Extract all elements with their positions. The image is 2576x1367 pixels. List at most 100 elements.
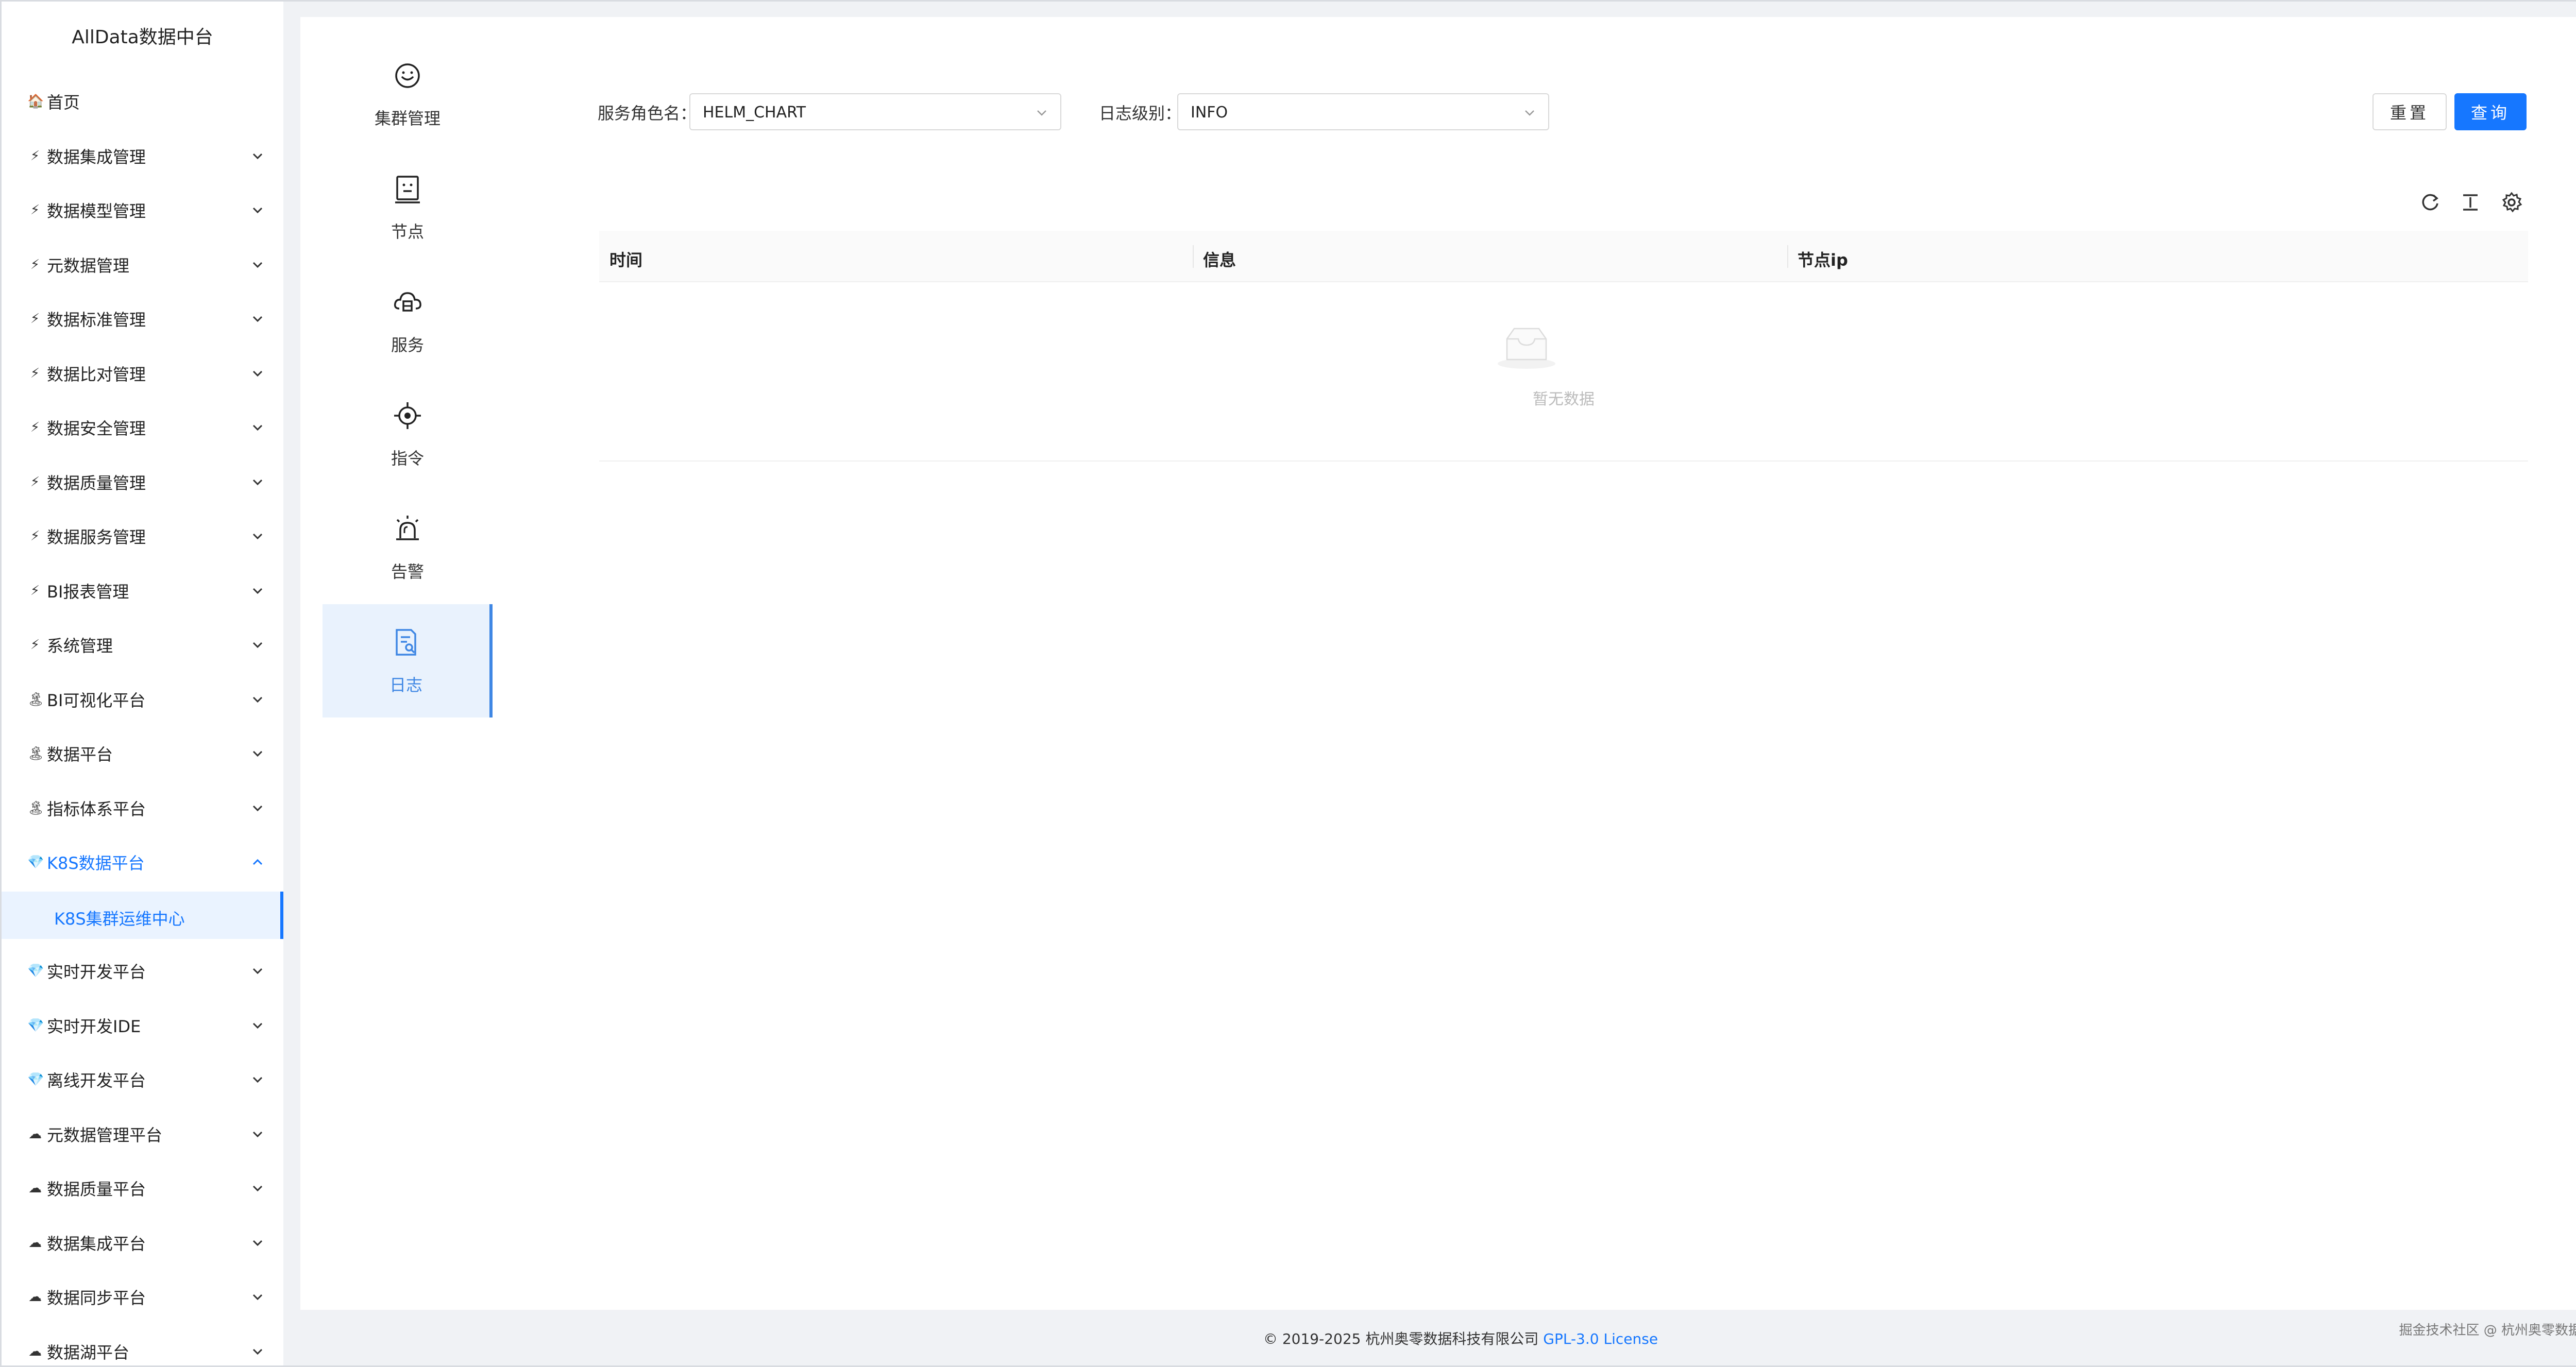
service-cloud-icon xyxy=(394,292,421,312)
sidebar-item[interactable]: ⚡ 数据安全管理 xyxy=(2,401,283,454)
chevron-down-icon[interactable] xyxy=(247,526,268,546)
sidebar-item[interactable]: 💎 实时开发IDE xyxy=(2,999,283,1052)
sidebar-item[interactable]: ⚡ 系统管理 xyxy=(2,618,283,672)
lightning-icon: ⚡ xyxy=(30,583,40,599)
sidebar-item[interactable]: ⚡ 数据服务管理 xyxy=(2,509,283,563)
sidebar: AllData数据中台 🏠 首页 ⚡ 数据集成管理 ⚡ 数据模型管理 ⚡ 元数据管理 ⚡ 数据标准… xyxy=(2,2,283,1365)
sidebar-item-label: 数据模型管理 xyxy=(47,201,146,221)
gear-icon[interactable] xyxy=(2500,191,2523,214)
chevron-down-icon[interactable] xyxy=(247,254,268,275)
chevron-down-icon[interactable] xyxy=(247,472,268,492)
role-select-value: HELM_CHART xyxy=(703,104,806,122)
lightning-icon: ⚡ xyxy=(30,474,40,490)
chevron-down-icon[interactable] xyxy=(247,309,268,329)
level-filter-label: 日志级别： xyxy=(1099,104,1182,123)
lightning-icon: ⚡ xyxy=(30,528,40,544)
sidebar-item[interactable]: 💎 实时开发平台 xyxy=(2,944,283,998)
sidebar-item[interactable]: ⚡ 数据模型管理 xyxy=(2,183,283,237)
chevron-down-icon[interactable] xyxy=(247,961,268,981)
main-content: 集群管理 节点 服务 指令 告警 日志 服务角色名： HELM_CHART 日志… xyxy=(300,17,2576,1310)
sidebar-item[interactable]: ☁ 数据同步平台 xyxy=(2,1270,283,1324)
empty-inbox-icon xyxy=(1498,328,1555,369)
chevron-down-icon[interactable] xyxy=(247,1015,268,1036)
sidebar-item[interactable]: 🏠 首页 xyxy=(2,75,283,128)
chevron-down-icon[interactable] xyxy=(247,1124,268,1144)
lightning-icon: ⚡ xyxy=(30,257,40,272)
reset-button[interactable]: 重置 xyxy=(2372,93,2447,130)
sidebar-item[interactable]: ⚡ 数据集成管理 xyxy=(2,129,283,183)
role-select[interactable]: HELM_CHART xyxy=(689,93,1061,130)
chevron-down-icon[interactable] xyxy=(247,1069,268,1090)
chevron-down-icon[interactable] xyxy=(247,146,268,166)
cloud-icon: ☁ xyxy=(28,1235,42,1251)
footer: © 2019-2025 杭州奥零数据科技有限公司 GPL-3.0 License xyxy=(300,1328,2576,1348)
lightning-icon: ⚡ xyxy=(30,311,40,327)
chevron-down-icon[interactable] xyxy=(247,1287,268,1307)
log-table-body: 暂无数据 xyxy=(599,282,2528,462)
island-icon: 🏝 xyxy=(27,691,45,707)
watermark-text: 掘金技术社区 @ 杭州奥零数据科技 xyxy=(2399,1323,2576,1338)
chevron-down-icon[interactable] xyxy=(247,1178,268,1199)
subnav-item-node[interactable]: 节点 xyxy=(323,151,493,264)
level-select[interactable]: INFO xyxy=(1177,93,1549,130)
subnav-item-alarm[interactable]: 告警 xyxy=(323,491,493,604)
sidebar-item[interactable]: ☁ 数据集成平台 xyxy=(2,1216,283,1270)
log-search-icon xyxy=(396,629,416,656)
node-icon xyxy=(395,176,420,203)
cloud-icon: ☁ xyxy=(28,1126,42,1142)
subnav-label: 集群管理 xyxy=(374,109,440,128)
sidebar-item[interactable]: ☁ 元数据管理平台 xyxy=(2,1107,283,1161)
sidebar-item[interactable]: ⚡ 数据标准管理 xyxy=(2,292,283,346)
column-header-node-ip: 节点ip xyxy=(1798,250,1848,270)
chevron-down-icon[interactable] xyxy=(247,635,268,655)
subnav-item-command[interactable]: 指令 xyxy=(323,378,493,491)
subnav-item-cluster[interactable]: 集群管理 xyxy=(323,38,493,151)
chevron-down-icon[interactable] xyxy=(247,743,268,764)
lightning-icon: ⚡ xyxy=(30,202,40,218)
chevron-down-icon[interactable] xyxy=(247,798,268,818)
alarm-icon xyxy=(396,516,419,540)
sidebar-item-label: 系统管理 xyxy=(47,636,113,656)
sidebar-item-label: 数据同步平台 xyxy=(47,1288,146,1308)
column-header-time: 时间 xyxy=(609,250,643,270)
sidebar-item[interactable]: 💎 K8S数据平台 xyxy=(2,835,283,889)
subnav-item-service[interactable]: 服务 xyxy=(323,264,493,378)
sidebar-item-label: 数据平台 xyxy=(47,745,113,764)
sidebar-item[interactable]: 🏝 数据平台 xyxy=(2,727,283,780)
sidebar-item[interactable]: ⚡ 数据比对管理 xyxy=(2,347,283,400)
query-button[interactable]: 查询 xyxy=(2454,93,2527,130)
sidebar-subitem-k8s-ops[interactable]: K8S集群运维中心 xyxy=(2,891,283,939)
sidebar-item-label: 数据质量管理 xyxy=(47,473,146,493)
copyright-text: © 2019-2025 杭州奥零数据科技有限公司 xyxy=(1263,1330,1539,1347)
column-height-icon[interactable] xyxy=(2459,191,2482,214)
sidebar-item[interactable]: ☁ 数据质量平台 xyxy=(2,1161,283,1215)
chevron-down-icon[interactable] xyxy=(247,580,268,601)
chevron-down-icon[interactable] xyxy=(247,689,268,710)
sidebar-item[interactable]: 🏝 指标体系平台 xyxy=(2,781,283,835)
sidebar-item[interactable]: ☁ 数据湖平台 xyxy=(2,1325,283,1366)
sidebar-item-label: 数据集成平台 xyxy=(47,1234,146,1254)
lightning-icon: ⚡ xyxy=(30,420,40,435)
chevron-down-icon[interactable] xyxy=(247,1341,268,1362)
lightning-icon: ⚡ xyxy=(30,148,40,164)
chevron-down-icon[interactable] xyxy=(247,417,268,438)
sidebar-item-label: 实时开发IDE xyxy=(47,1016,141,1036)
sidebar-item[interactable]: ⚡ 数据质量管理 xyxy=(2,455,283,509)
chevron-down-icon[interactable] xyxy=(247,363,268,384)
subnav-item-log[interactable]: 日志 xyxy=(323,604,493,717)
chevron-down-icon[interactable] xyxy=(247,200,268,220)
chevron-down-icon[interactable] xyxy=(247,1233,268,1253)
sidebar-item[interactable]: ⚡ BI报表管理 xyxy=(2,564,283,618)
license-link[interactable]: GPL-3.0 License xyxy=(1543,1330,1658,1347)
sidebar-item-label: 数据标准管理 xyxy=(47,310,146,330)
gem-icon: 💎 xyxy=(27,963,44,979)
sidebar-item-label: 指标体系平台 xyxy=(47,799,146,819)
sidebar-item-label: BI报表管理 xyxy=(47,582,129,602)
chevron-up-icon[interactable] xyxy=(247,852,268,873)
refresh-icon[interactable] xyxy=(2419,191,2442,214)
sidebar-item[interactable]: 💎 离线开发平台 xyxy=(2,1053,283,1106)
sidebar-item[interactable]: 🏝 BI可视化平台 xyxy=(2,673,283,726)
sidebar-item-label: 数据集成管理 xyxy=(47,147,146,167)
sidebar-item-label: 实时开发平台 xyxy=(47,962,146,982)
sidebar-item[interactable]: ⚡ 元数据管理 xyxy=(2,238,283,292)
